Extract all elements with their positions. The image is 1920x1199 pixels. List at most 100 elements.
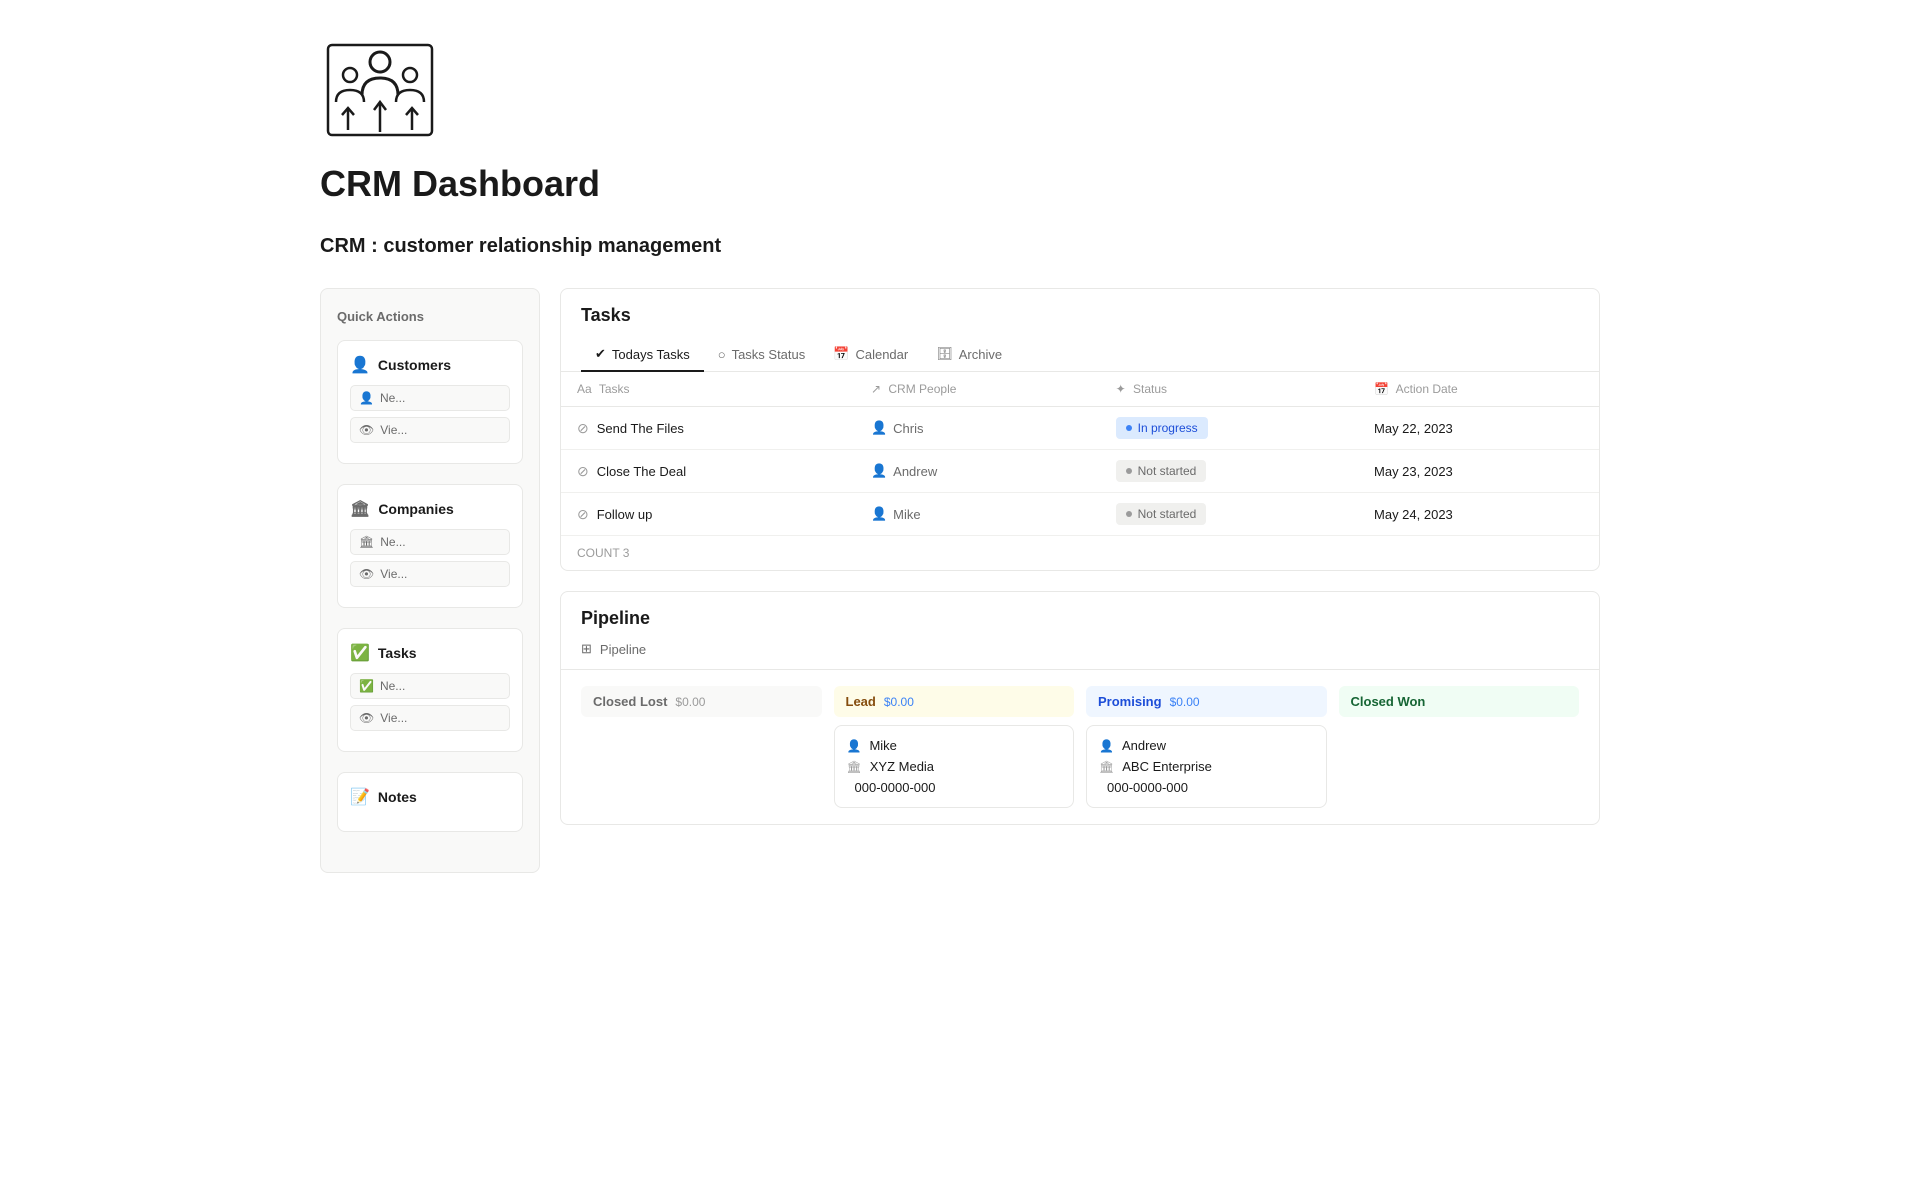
date-cell-0: May 22, 2023 xyxy=(1358,407,1599,450)
tasks-section-title: Tasks xyxy=(561,289,1599,326)
card-andrew-phone: 000-0000-000 xyxy=(1107,780,1188,795)
sidebar-title: Quick Actions xyxy=(337,309,523,324)
pipeline-board: Closed Lost $0.00 Lead $0.00 👤 xyxy=(561,670,1599,824)
task-name-2: ⊘ Follow up xyxy=(577,506,839,523)
sidebar-customers-label: Customers xyxy=(378,357,451,373)
companies-view-label: Vie... xyxy=(380,567,407,581)
card-mike-phone-row: 000-0000-000 xyxy=(847,780,1062,795)
circle-icon: ○ xyxy=(718,347,726,362)
date-cell-2: May 24, 2023 xyxy=(1358,493,1599,536)
tasks-count-row: COUNT 3 xyxy=(561,535,1599,570)
date-value-1: May 23, 2023 xyxy=(1374,464,1453,479)
status-dot-2 xyxy=(1126,511,1132,517)
task-label-1: Close The Deal xyxy=(597,464,686,479)
person-icon: 👤 xyxy=(350,355,370,375)
task-label-2: Follow up xyxy=(597,507,653,522)
date-cell-1: May 23, 2023 xyxy=(1358,450,1599,493)
building-card-icon: 🏛 xyxy=(847,760,862,774)
sidebar-section-notes: 📝 Notes xyxy=(337,772,523,832)
date-value-0: May 22, 2023 xyxy=(1374,421,1453,436)
companies-view-button[interactable]: 👁 Vie... xyxy=(350,561,510,587)
status-text-2: Not started xyxy=(1138,507,1197,521)
tasks-view-button[interactable]: 👁 Vie... xyxy=(350,705,510,731)
tab-archive[interactable]: 🗄 Archive xyxy=(922,338,1016,372)
closed-won-label: Closed Won xyxy=(1351,694,1426,709)
customers-new-button[interactable]: 👤 Ne... xyxy=(350,385,510,411)
crm-logo xyxy=(320,40,440,140)
person-cell-2: 👤 Mike xyxy=(855,493,1100,536)
person-cell-1: 👤 Andrew xyxy=(855,450,1100,493)
task-name-0: ⊘ Send The Files xyxy=(577,420,839,437)
person-name-1: Andrew xyxy=(893,464,937,479)
status-cell-1: Not started xyxy=(1100,450,1358,493)
main-content: Tasks ✔ Todays Tasks ○ Tasks Status 📅 Ca… xyxy=(560,288,1600,825)
card-mike-company-row: 🏛 XYZ Media xyxy=(847,759,1062,774)
text-icon: Aa xyxy=(577,382,592,396)
closed-lost-label: Closed Lost xyxy=(593,694,667,709)
sidebar-customers-header: 👤 Customers xyxy=(350,355,510,375)
pipeline-col-lead: Lead $0.00 👤 Mike 🏛 XYZ Media xyxy=(834,686,1075,808)
tab-todays-tasks-label: Todays Tasks xyxy=(612,347,690,362)
card-mike-name: Mike xyxy=(869,738,896,753)
companies-new-button[interactable]: 🏛 Ne... xyxy=(350,529,510,555)
person-cell-0: 👤 Chris xyxy=(855,407,1100,450)
tasks-table: Aa Tasks ↗ CRM People ✦ Status xyxy=(561,372,1599,535)
tasks-section-card: Tasks ✔ Todays Tasks ○ Tasks Status 📅 Ca… xyxy=(560,288,1600,571)
status-text-0: In progress xyxy=(1138,421,1198,435)
col-header-crm-people-label: CRM People xyxy=(888,382,956,396)
checkmark-icon: ✔ xyxy=(595,346,606,362)
sidebar: Quick Actions 👤 Customers 👤 Ne... 👁 Vie.… xyxy=(320,288,540,873)
sidebar-companies-label: Companies xyxy=(378,501,453,517)
sparkle-icon: ✦ xyxy=(1116,382,1126,396)
pipeline-label-text: Pipeline xyxy=(600,642,646,657)
status-cell-0: In progress xyxy=(1100,407,1358,450)
table-row: ⊘ Send The Files 👤 Chris In progress May… xyxy=(561,407,1599,450)
person-name-row-0: 👤 Chris xyxy=(871,420,1084,436)
building-card-icon-andrew: 🏛 xyxy=(1099,760,1114,774)
card-andrew-name-row: 👤 Andrew xyxy=(1099,738,1314,753)
pipeline-card-mike: 👤 Mike 🏛 XYZ Media 000-0000-000 xyxy=(834,725,1075,808)
table-row: ⊘ Close The Deal 👤 Andrew Not started Ma… xyxy=(561,450,1599,493)
person-icon-2: 👤 xyxy=(871,506,887,522)
person-small-icon: 👤 xyxy=(359,391,374,405)
lead-amount: $0.00 xyxy=(884,695,914,709)
status-dot-0 xyxy=(1126,425,1132,431)
col-header-tasks-label: Tasks xyxy=(599,382,630,396)
sidebar-section-tasks: ✅ Tasks ✅ Ne... 👁 Vie... xyxy=(337,628,523,752)
pipeline-col-closed-lost-header: Closed Lost $0.00 xyxy=(581,686,822,717)
tasks-new-button[interactable]: ✅ Ne... xyxy=(350,673,510,699)
date-value-2: May 24, 2023 xyxy=(1374,507,1453,522)
closed-lost-amount: $0.00 xyxy=(675,695,705,709)
col-header-crm-people: ↗ CRM People xyxy=(855,372,1100,407)
page-title: CRM Dashboard xyxy=(320,163,1600,205)
count-label: COUNT xyxy=(577,546,619,560)
page-wrapper: CRM Dashboard CRM : customer relationshi… xyxy=(260,0,1660,913)
building-icon: 🏛 xyxy=(350,499,370,519)
sidebar-section-companies: 🏛 Companies 🏛 Ne... 👁 Vie... xyxy=(337,484,523,608)
task-name-1: ⊘ Close The Deal xyxy=(577,463,839,480)
customers-new-label: Ne... xyxy=(380,391,405,405)
companies-new-label: Ne... xyxy=(380,535,405,549)
col-header-action-date-label: Action Date xyxy=(1396,382,1458,396)
note-icon: 📝 xyxy=(350,787,370,807)
col-header-tasks: Aa Tasks xyxy=(561,372,855,407)
col-header-status: ✦ Status xyxy=(1100,372,1358,407)
pipeline-view-label: ⊞ Pipeline xyxy=(561,629,1599,670)
card-mike-name-row: 👤 Mike xyxy=(847,738,1062,753)
tab-tasks-status[interactable]: ○ Tasks Status xyxy=(704,338,820,372)
customers-view-button[interactable]: 👁 Vie... xyxy=(350,417,510,443)
tab-todays-tasks[interactable]: ✔ Todays Tasks xyxy=(581,338,704,372)
sidebar-tasks-header: ✅ Tasks xyxy=(350,643,510,663)
tab-calendar[interactable]: 📅 Calendar xyxy=(819,338,922,372)
lead-label: Lead xyxy=(846,694,876,709)
person-card-icon: 👤 xyxy=(847,739,862,753)
pipeline-section-card: Pipeline ⊞ Pipeline Closed Lost $0.00 xyxy=(560,591,1600,825)
card-andrew-name: Andrew xyxy=(1122,738,1166,753)
pipeline-col-closed-won-header: Closed Won xyxy=(1339,686,1580,717)
person-icon-1: 👤 xyxy=(871,463,887,479)
sidebar-notes-label: Notes xyxy=(378,789,417,805)
task-cell-2: ⊘ Follow up xyxy=(561,493,855,536)
status-badge-0: In progress xyxy=(1116,417,1208,439)
pipeline-col-closed-won: Closed Won xyxy=(1339,686,1580,808)
status-badge-2: Not started xyxy=(1116,503,1207,525)
